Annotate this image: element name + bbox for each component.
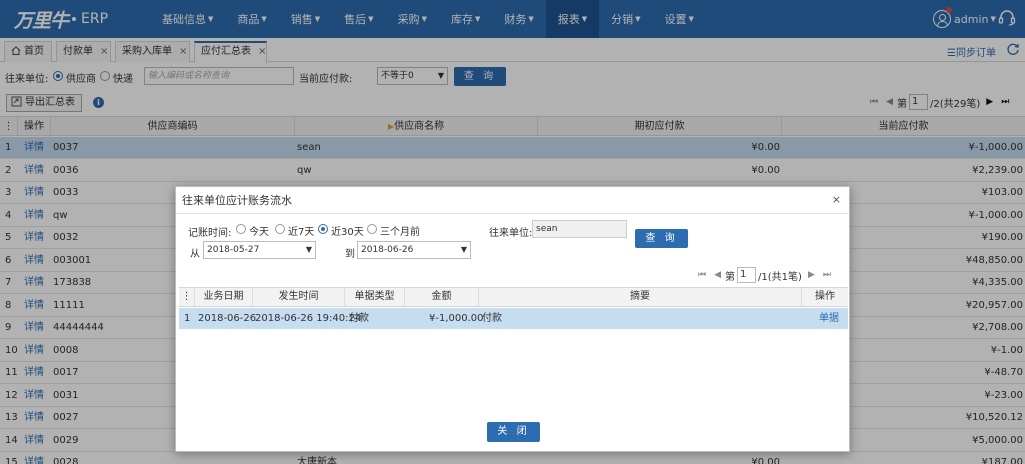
chevron-down-icon: ▼ bbox=[460, 245, 467, 254]
radio-3months[interactable] bbox=[367, 224, 377, 234]
last-page-icon[interactable]: ⏭ bbox=[823, 270, 831, 280]
radio-3months-label: 三个月前 bbox=[380, 227, 420, 238]
to-date-select[interactable]: 2018-06-26 ▼ bbox=[357, 241, 471, 259]
radio-30days[interactable] bbox=[318, 224, 328, 234]
dialog-party-field: sean bbox=[532, 220, 627, 238]
radio-7days-label: 近7天 bbox=[288, 227, 315, 238]
account-ledger-dialog: 往来单位应计账务流水 × 记账时间: 今天 近7天 近30天 三个月前 从 20… bbox=[175, 186, 850, 452]
dialog-title: 往来单位应计账务流水 bbox=[176, 187, 849, 214]
close-button[interactable]: 关 闭 bbox=[487, 422, 540, 442]
col-business-date: 业务日期 bbox=[195, 288, 253, 306]
business-date: 2018-06-26 bbox=[198, 313, 257, 324]
date-range-label: 记账时间: bbox=[188, 228, 232, 239]
radio-7days[interactable] bbox=[275, 224, 285, 234]
column-menu-icon[interactable]: ⋮ bbox=[179, 288, 195, 306]
col-memo: 摘要 bbox=[479, 288, 802, 306]
ledger-header: ⋮ 业务日期 发生时间 单据类型 金额 摘要 操作 bbox=[179, 287, 848, 307]
col-amount: 金额 bbox=[405, 288, 479, 306]
dialog-page-total: /1(共1笔) bbox=[758, 271, 802, 283]
col-doc-type: 单据类型 bbox=[345, 288, 405, 306]
memo: 付款 bbox=[482, 313, 502, 324]
amount: ¥-1,000.00 bbox=[429, 313, 484, 324]
occur-time: 2018-06-26 19:40:24 bbox=[255, 313, 362, 324]
to-label: 到 bbox=[345, 249, 355, 260]
radio-today[interactable] bbox=[236, 224, 246, 234]
radio-today-label: 今天 bbox=[249, 227, 269, 238]
ledger-row[interactable]: 1 2018-06-26 2018-06-26 19:40:24 付款 ¥-1,… bbox=[179, 308, 848, 329]
dialog-party-label: 往来单位: bbox=[489, 228, 533, 239]
chevron-down-icon: ▼ bbox=[305, 245, 312, 254]
next-page-icon[interactable]: ▶ bbox=[808, 270, 815, 280]
prev-page-icon[interactable]: ◀ bbox=[714, 270, 721, 280]
doc-link[interactable]: 单据 bbox=[819, 308, 839, 329]
from-date-select[interactable]: 2018-05-27 ▼ bbox=[203, 241, 316, 259]
col-action: 操作 bbox=[815, 291, 835, 302]
row-number: 1 bbox=[184, 313, 191, 324]
close-icon[interactable]: × bbox=[832, 193, 841, 206]
first-page-icon[interactable]: ⏮ bbox=[698, 270, 706, 280]
col-occur-time: 发生时间 bbox=[253, 288, 345, 306]
dialog-page-input[interactable]: 1 bbox=[737, 267, 757, 283]
radio-30days-label: 近30天 bbox=[331, 227, 364, 238]
dialog-query-button[interactable]: 查 询 bbox=[635, 229, 688, 248]
doc-type: 付款 bbox=[349, 313, 369, 324]
from-label: 从 bbox=[190, 249, 200, 260]
dialog-pager: ⏮ ◀ 第 1 /1(共1笔) ▶ ⏭ bbox=[698, 267, 831, 283]
